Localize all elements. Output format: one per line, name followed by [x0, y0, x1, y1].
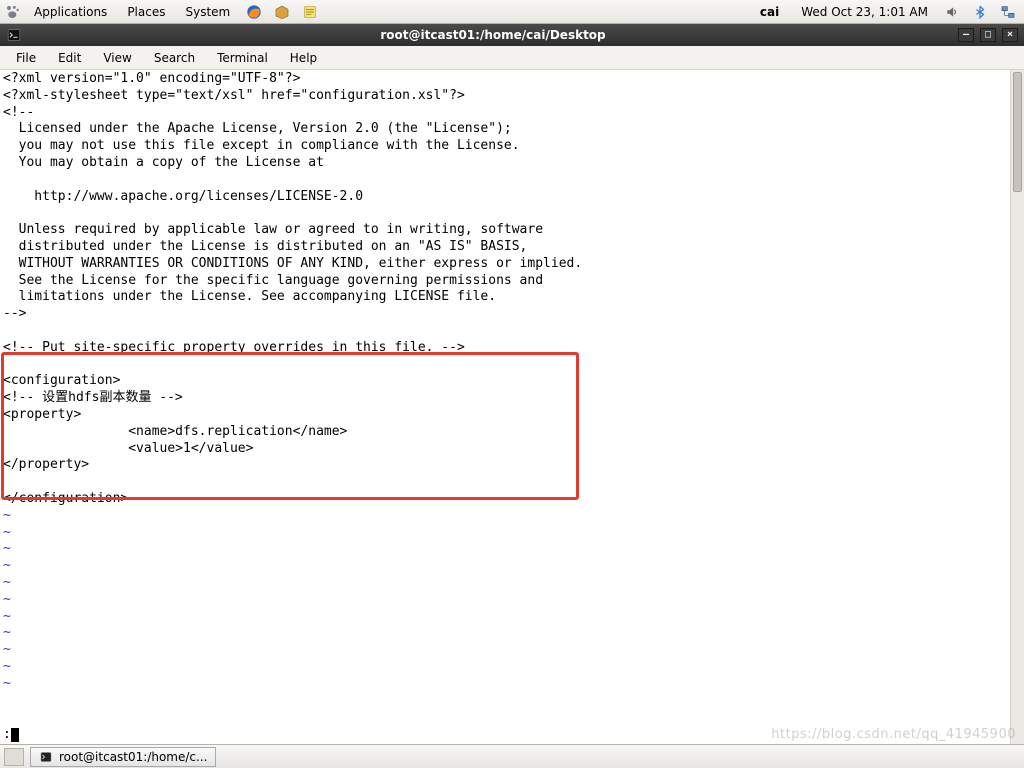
menu-file[interactable]: File: [6, 49, 46, 67]
vim-tilde-lines: ~ ~ ~ ~ ~ ~ ~ ~ ~ ~ ~: [0, 508, 1024, 693]
close-button[interactable]: ×: [1002, 28, 1018, 42]
terminal-body[interactable]: <?xml version="1.0" encoding="UTF-8"?> <…: [0, 70, 1024, 744]
firefox-icon[interactable]: [244, 2, 264, 22]
file-content: <?xml version="1.0" encoding="UTF-8"?> <…: [0, 70, 1024, 508]
menu-edit[interactable]: Edit: [48, 49, 91, 67]
menu-system[interactable]: System: [177, 3, 238, 21]
vim-status-line: :: [3, 727, 19, 742]
menu-help[interactable]: Help: [280, 49, 327, 67]
terminal-titlebar-icon: [6, 27, 22, 43]
terminal-menubar: File Edit View Search Terminal Help: [0, 46, 1024, 70]
network-icon[interactable]: [998, 2, 1018, 22]
menu-applications[interactable]: Applications: [26, 3, 115, 21]
terminal-scrollbar[interactable]: [1010, 70, 1024, 744]
user-label[interactable]: cai: [750, 5, 789, 19]
watermark: https://blog.csdn.net/qq_41945900: [771, 727, 1016, 742]
terminal-icon: [39, 750, 53, 764]
package-icon[interactable]: [272, 2, 292, 22]
scrollbar-thumb[interactable]: [1013, 72, 1022, 192]
gnome-bottom-panel: root@itcast01:/home/c...: [0, 744, 1024, 768]
clock-label[interactable]: Wed Oct 23, 1:01 AM: [793, 5, 936, 19]
menu-view[interactable]: View: [93, 49, 141, 67]
volume-icon[interactable]: [942, 2, 962, 22]
minimize-button[interactable]: –: [958, 28, 974, 42]
bluetooth-icon[interactable]: [970, 2, 990, 22]
gnome-top-panel: Applications Places System cai Wed Oct 2…: [0, 0, 1024, 24]
menu-places[interactable]: Places: [119, 3, 173, 21]
menu-terminal[interactable]: Terminal: [207, 49, 278, 67]
cursor: [11, 728, 19, 742]
window-title: root@itcast01:/home/cai/Desktop: [28, 28, 958, 42]
show-desktop-button[interactable]: [4, 748, 24, 766]
note-icon[interactable]: [300, 2, 320, 22]
taskbar-item-terminal[interactable]: root@itcast01:/home/c...: [30, 747, 216, 767]
maximize-button[interactable]: □: [980, 28, 996, 42]
taskbar-item-label: root@itcast01:/home/c...: [59, 750, 207, 764]
gnome-foot-icon: [4, 3, 22, 21]
window-titlebar[interactable]: root@itcast01:/home/cai/Desktop – □ ×: [0, 24, 1024, 46]
menu-search[interactable]: Search: [144, 49, 205, 67]
